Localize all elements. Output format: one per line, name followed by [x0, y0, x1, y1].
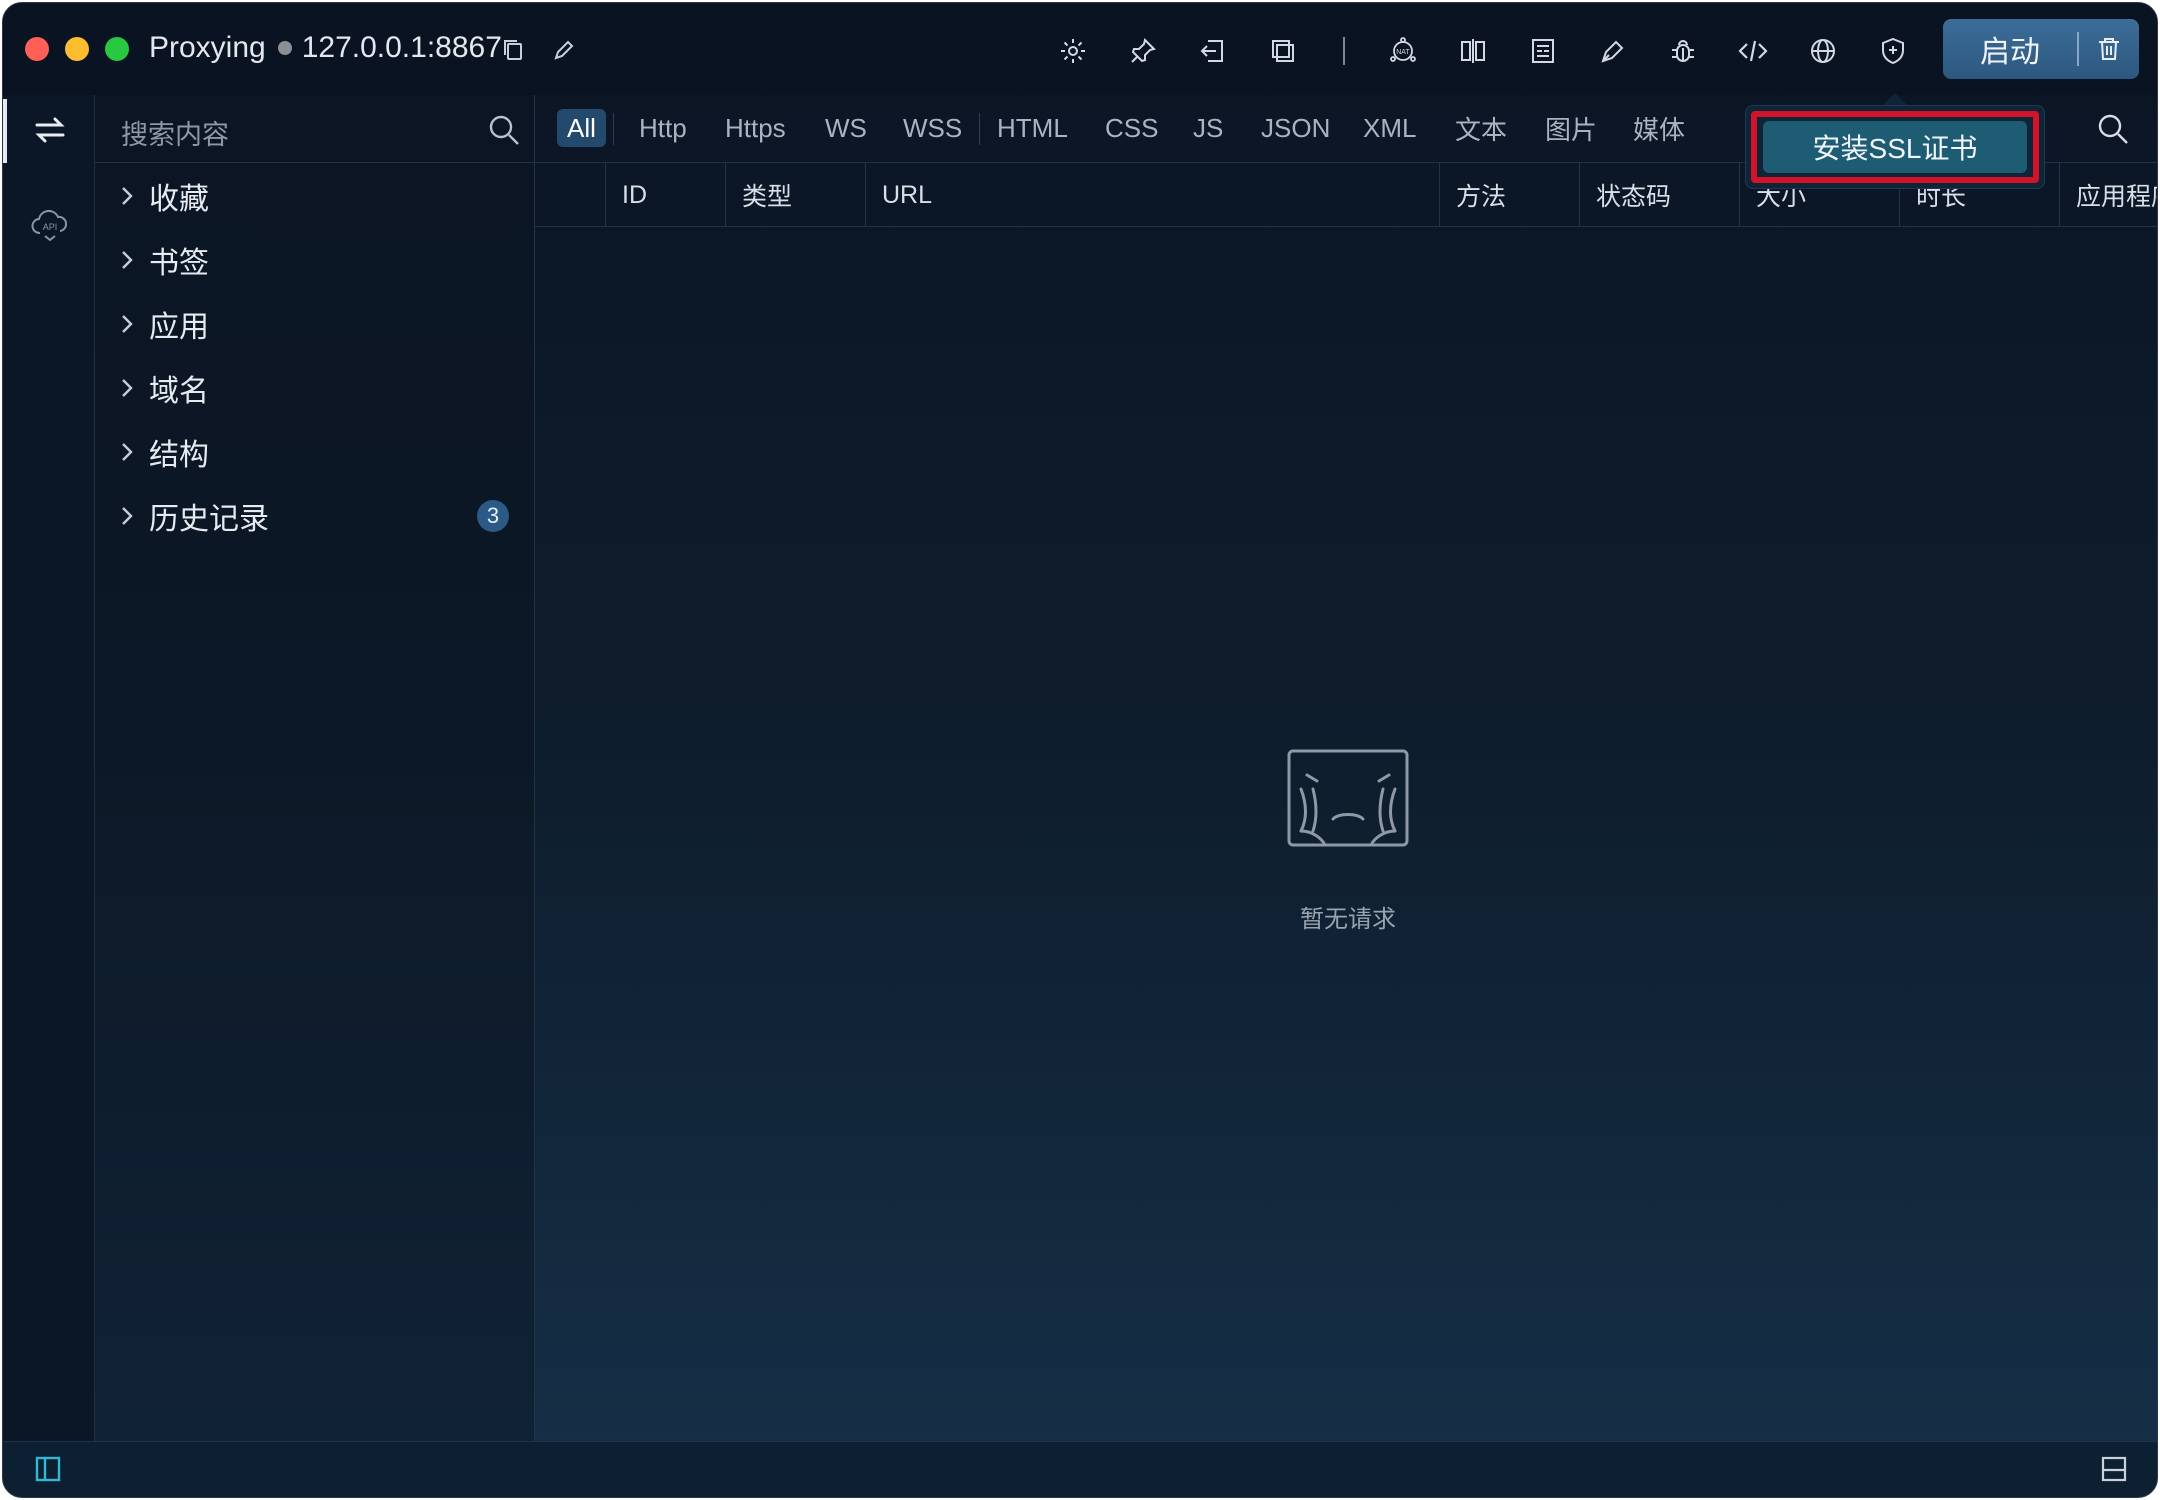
pin-icon[interactable]: [1123, 31, 1163, 71]
sidebar-item-label: 应用: [149, 311, 209, 344]
pen-icon[interactable]: [1593, 31, 1633, 71]
sync-icon[interactable]: [29, 109, 71, 151]
column-application[interactable]: 应用程序: [2059, 163, 2157, 227]
search-icon[interactable]: [2095, 111, 2131, 147]
tab-https[interactable]: Https: [715, 109, 796, 147]
bug-icon[interactable]: [1663, 31, 1703, 71]
tab-divider: [613, 113, 614, 145]
nat-icon[interactable]: NAT: [1383, 31, 1423, 71]
empty-state-text: 暂无请求: [1300, 906, 1396, 933]
close-window-button[interactable]: [25, 37, 49, 61]
column-status[interactable]: 状态码: [1579, 163, 1739, 227]
shield-plus-icon[interactable]: [1873, 31, 1913, 71]
chevron-right-icon: [119, 312, 149, 336]
tab-divider: [979, 113, 980, 145]
globe-icon[interactable]: [1803, 31, 1843, 71]
code-icon[interactable]: [1733, 31, 1773, 71]
rail-active-indicator: [3, 99, 7, 163]
svg-text:NAT: NAT: [1396, 49, 1410, 56]
tab-css[interactable]: CSS: [1095, 109, 1168, 147]
tooltip-arrow: [1883, 93, 1907, 105]
minimize-window-button[interactable]: [65, 37, 89, 61]
sidebar: 搜索内容 收藏 书签 应用 域名 结构 历史记录 3: [95, 95, 535, 1441]
sidebar-item-bookmarks[interactable]: 书签: [119, 235, 519, 285]
column-url[interactable]: URL: [865, 163, 1439, 227]
tab-http[interactable]: Http: [629, 109, 697, 147]
tab-images[interactable]: 图片: [1535, 109, 1607, 147]
sidebar-search[interactable]: 搜索内容: [95, 95, 535, 163]
status-bar: [3, 1441, 2157, 1497]
sidebar-item-structure[interactable]: 结构: [119, 427, 519, 477]
gear-icon[interactable]: [1053, 31, 1093, 71]
tab-text[interactable]: 文本: [1445, 109, 1517, 147]
search-icon[interactable]: [487, 113, 521, 147]
copy-address-icon[interactable]: [499, 35, 529, 65]
tab-xml[interactable]: XML: [1353, 109, 1426, 147]
tab-media[interactable]: 媒体: [1623, 109, 1695, 147]
tab-json[interactable]: JSON: [1251, 109, 1340, 147]
sidebar-item-label: 域名: [149, 375, 209, 408]
tab-all[interactable]: All: [557, 109, 606, 147]
edit-address-icon[interactable]: [549, 35, 579, 65]
tab-ws[interactable]: WS: [815, 109, 877, 147]
toggle-bottom-panel-icon[interactable]: [2099, 1454, 2129, 1484]
title-text: Proxying: [149, 31, 266, 64]
sidebar-item-favorites[interactable]: 收藏: [119, 171, 519, 221]
sidebar-item-history[interactable]: 历史记录 3: [119, 491, 519, 541]
sidebar-item-label: 收藏: [149, 183, 209, 216]
chevron-right-icon: [119, 184, 149, 208]
sidebar-item-label: 历史记录: [149, 503, 269, 536]
chevron-right-icon: [119, 248, 149, 272]
column-type[interactable]: 类型: [725, 163, 865, 227]
sidebar-item-label: 结构: [149, 439, 209, 472]
title-bar: Proxying 127.0.0.1:8867 NAT 启动: [3, 3, 2157, 95]
search-input[interactable]: 搜索内容: [121, 113, 229, 152]
app-window: Proxying 127.0.0.1:8867 NAT 启动 API 搜索内容 …: [2, 2, 2158, 1498]
trash-icon[interactable]: [2079, 35, 2139, 63]
start-button[interactable]: 启动: [1943, 19, 2139, 79]
exit-icon[interactable]: [1193, 31, 1233, 71]
tab-wss[interactable]: WSS: [893, 109, 972, 147]
history-count-badge: 3: [477, 500, 509, 532]
toggle-sidebar-icon[interactable]: [33, 1454, 63, 1484]
copy-window-icon[interactable]: [1263, 31, 1303, 71]
split-view-icon[interactable]: [1453, 31, 1493, 71]
tab-html[interactable]: HTML: [987, 109, 1078, 147]
empty-illustration-icon: [1283, 747, 1413, 864]
sidebar-item-domains[interactable]: 域名: [119, 363, 519, 413]
column-method[interactable]: 方法: [1439, 163, 1579, 227]
sidebar-item-label: 书签: [149, 247, 209, 280]
column-id[interactable]: ID: [605, 163, 725, 227]
left-rail: API: [3, 95, 95, 1441]
proxy-address: 127.0.0.1:8867: [301, 31, 502, 64]
status-dot: [277, 41, 292, 55]
chevron-right-icon: [119, 440, 149, 464]
tab-js[interactable]: JS: [1183, 109, 1233, 147]
zoom-window-button[interactable]: [105, 37, 129, 61]
highlight-box: [1751, 111, 2039, 183]
toolbar-divider: [1343, 37, 1345, 65]
chevron-right-icon: [119, 504, 149, 528]
compare-icon[interactable]: [1523, 31, 1563, 71]
chevron-right-icon: [119, 376, 149, 400]
start-label: 启动: [1980, 36, 2040, 69]
api-cloud-icon[interactable]: API: [29, 203, 71, 245]
window-title: Proxying 127.0.0.1:8867: [149, 31, 502, 65]
toolbar: NAT: [1053, 31, 1943, 71]
sidebar-item-apps[interactable]: 应用: [119, 299, 519, 349]
svg-text:API: API: [43, 222, 58, 232]
